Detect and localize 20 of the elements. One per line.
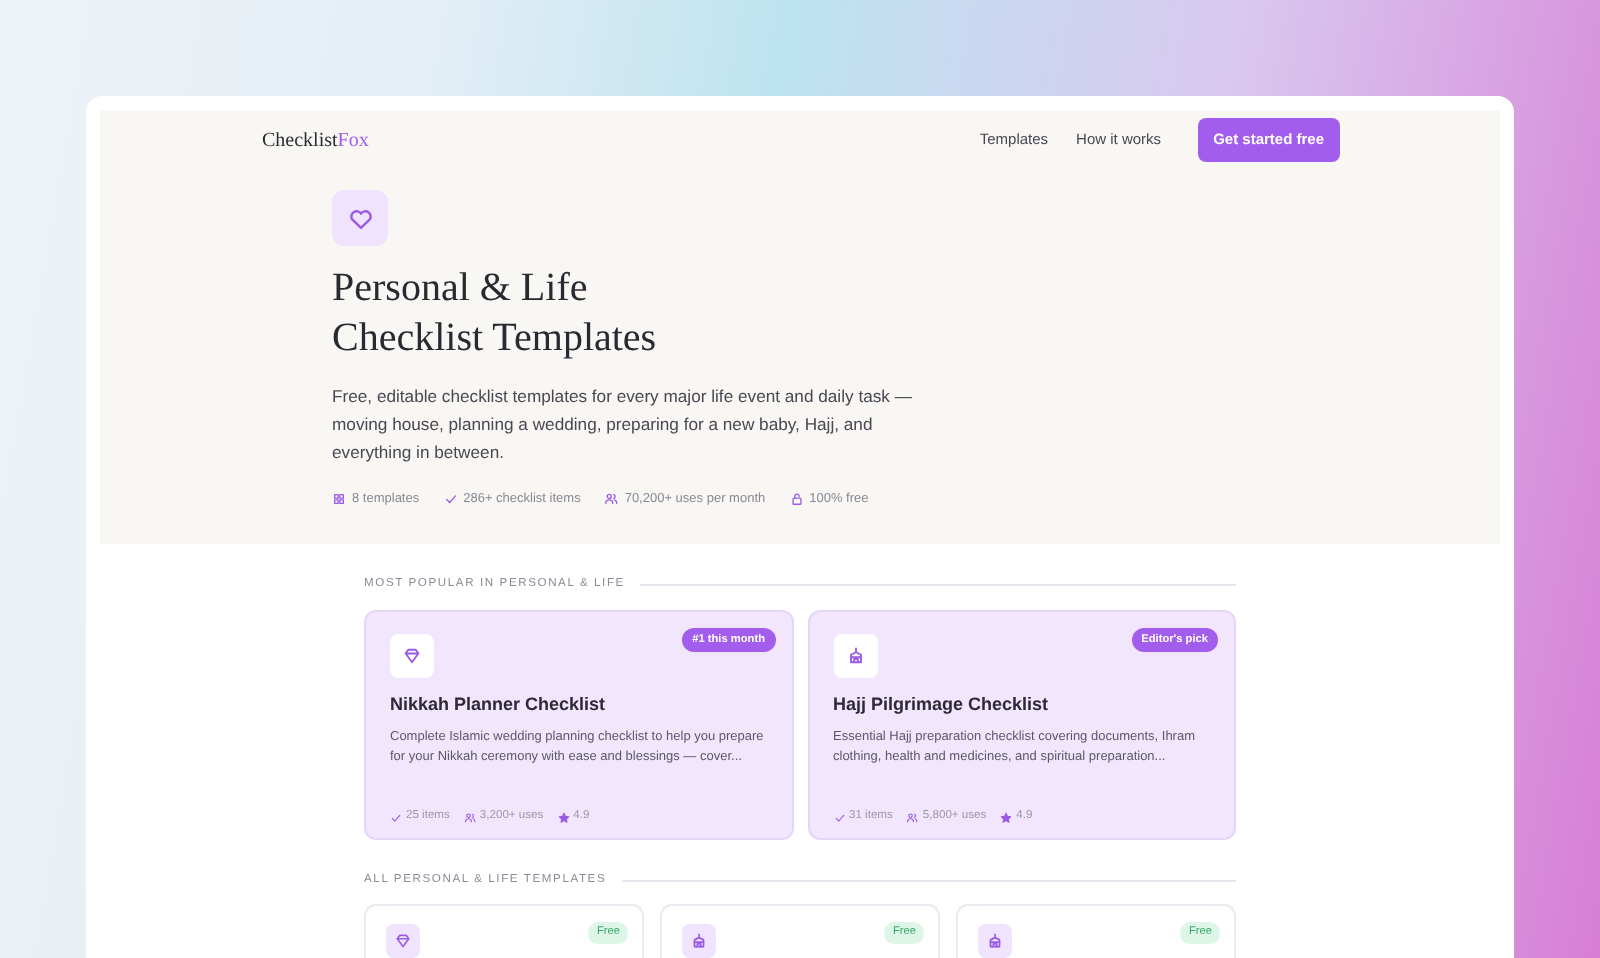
people-icon [906,811,919,824]
building-icon [978,924,1012,958]
page-title: Personal & Life Checklist Templates [332,264,659,364]
star-icon [557,811,570,824]
brand-logo[interactable]: ChecklistFox [262,125,369,155]
grid-icon [332,492,346,507]
gem-icon [386,924,420,958]
gem-icon [390,633,434,678]
check-icon [833,811,845,824]
star-icon [1000,811,1013,824]
people-icon [604,492,619,507]
page-description: Free, editable checklist templates for every major life event and daily task — moving house, planning a wedding, preparing for a new baby, Hajj, and everything in between. [332,384,914,466]
people-icon [463,811,476,824]
card-title: Nikkah Planner Checklist [390,691,608,718]
lock-icon [789,492,804,507]
card-title: Hajj Pilgrimage Checklist [833,691,1051,718]
building-icon [833,633,877,678]
check-icon [443,492,458,507]
building-icon [682,924,716,958]
check-icon [390,811,402,824]
